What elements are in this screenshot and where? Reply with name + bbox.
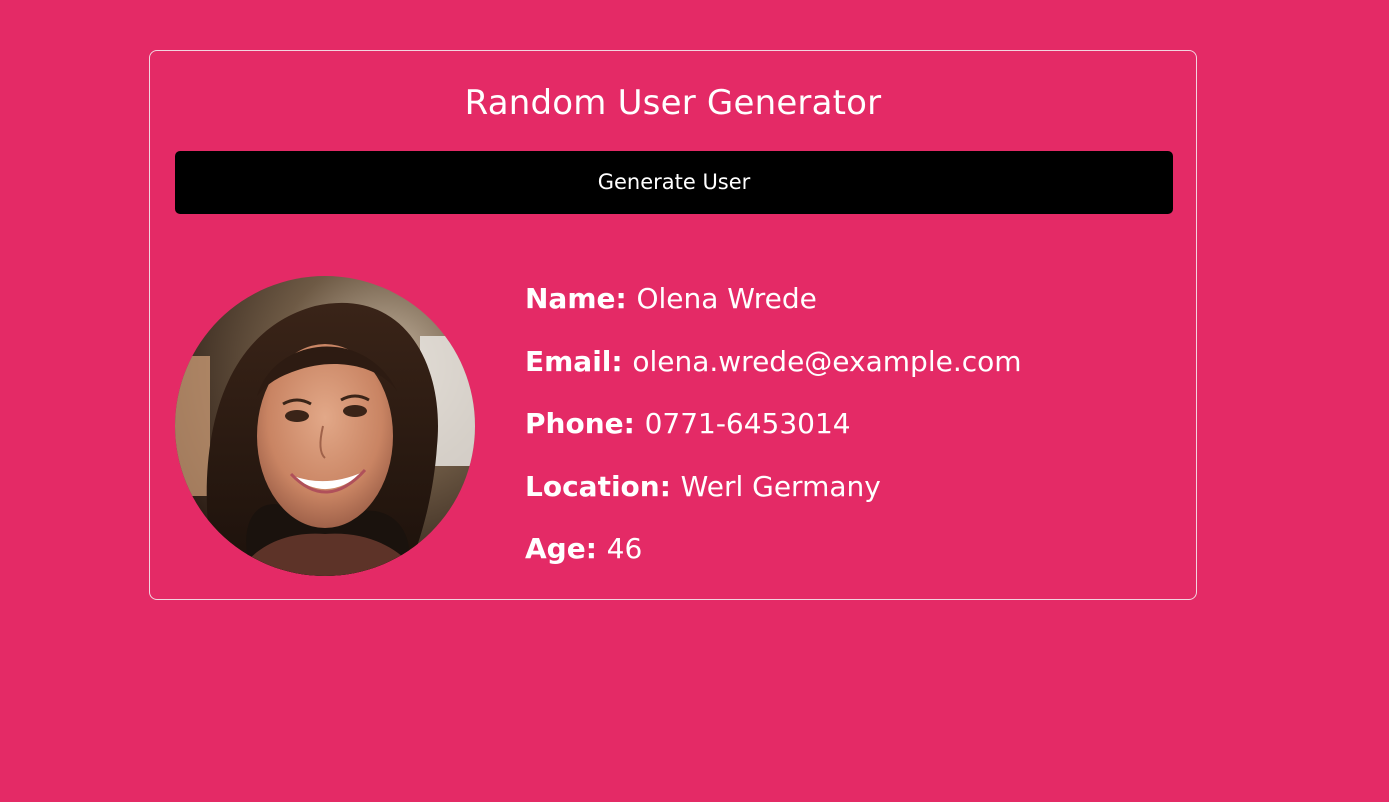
location-row: Location: Werl Germany — [525, 465, 881, 509]
email-row: Email: olena.wrede@example.com — [525, 340, 1022, 384]
avatar — [175, 276, 475, 576]
email-label: Email: — [525, 345, 633, 378]
name-row: Name: Olena Wrede — [525, 277, 817, 321]
email-value: olena.wrede@example.com — [632, 345, 1022, 378]
age-row: Age: 46 — [525, 527, 642, 571]
name-value: Olena Wrede — [636, 282, 817, 315]
age-value: 46 — [606, 532, 643, 565]
location-value: Werl Germany — [680, 470, 881, 503]
user-card: Random User Generator Generate User Name… — [149, 50, 1197, 600]
user-photo — [175, 276, 475, 576]
phone-value: 0771-6453014 — [644, 407, 851, 440]
page-title: Random User Generator — [464, 83, 882, 123]
phone-label: Phone: — [525, 407, 645, 440]
name-label: Name: — [525, 282, 637, 315]
location-label: Location: — [525, 470, 681, 503]
phone-row: Phone: 0771-6453014 — [525, 402, 851, 446]
generate-user-button[interactable]: Generate User — [175, 151, 1173, 214]
age-label: Age: — [525, 532, 607, 565]
